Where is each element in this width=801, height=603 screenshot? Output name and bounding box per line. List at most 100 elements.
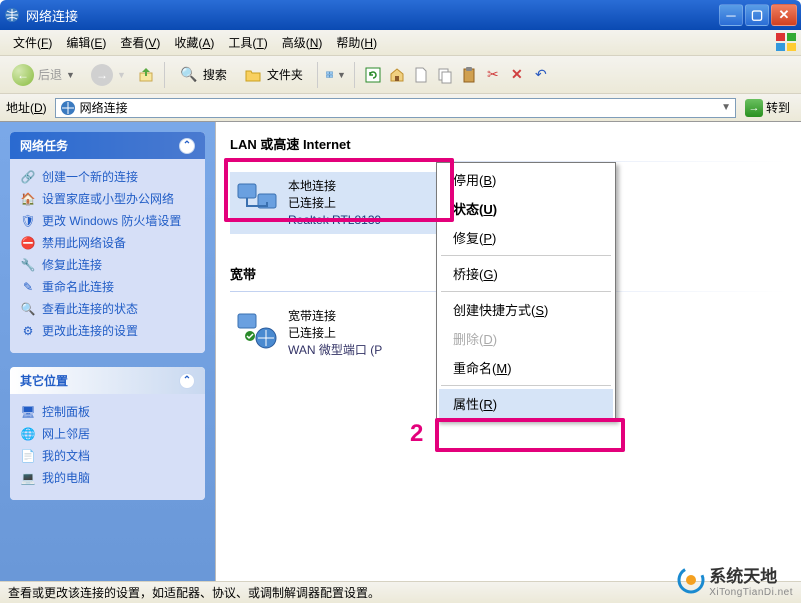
status-text: 查看或更改该连接的设置，如适配器、协议、或调制解调器配置设置。 [8, 584, 380, 601]
connection-status: 已连接上 [288, 325, 382, 342]
sidebar-link-my-computer[interactable]: 💻我的电脑 [20, 468, 195, 490]
watermark-url: XiTongTianDi.net [709, 587, 793, 598]
sidebar-link-network-places[interactable]: 🌐 网上邻居 [20, 424, 195, 446]
folders-icon [243, 65, 263, 85]
folders-button[interactable]: 文件夹 [237, 62, 309, 88]
context-menu-separator [441, 291, 611, 292]
settings-icon: ⚙ [20, 324, 36, 340]
watermark-logo-icon [677, 566, 705, 594]
maximize-button[interactable]: ▢ [745, 4, 769, 26]
sidebar-tasks-title: 网络任务 [20, 137, 68, 154]
network-places-icon: 🌐 [20, 427, 36, 443]
context-menu-rename[interactable]: 重命名(M) [439, 353, 613, 382]
toolbar: ← 后退 ▼ → ▼ 🔍 搜索 文件夹 ▼ ✂ ✕ ↶ [0, 56, 801, 94]
menu-help[interactable]: 帮助(H) [329, 31, 384, 54]
address-bar: 地址(D) 网络连接 ▼ → 转到 [0, 94, 801, 122]
context-menu-properties[interactable]: 属性(R) [439, 389, 613, 418]
delete-icon[interactable]: ✕ [507, 65, 527, 85]
address-label: 地址(D) [6, 99, 47, 116]
window-title: 网络连接 [26, 6, 719, 25]
app-icon [4, 7, 20, 23]
address-input[interactable]: 网络连接 ▼ [55, 98, 736, 118]
window-buttons: ─ ▢ ✕ [719, 4, 797, 26]
connection-status: 已连接上 [288, 195, 381, 212]
sidebar-link-repair[interactable]: 🔧 修复此连接 [20, 255, 195, 277]
minimize-button[interactable]: ─ [719, 4, 743, 26]
close-button[interactable]: ✕ [771, 4, 797, 26]
toolbar-separator-2 [317, 62, 318, 88]
address-dropdown-icon[interactable]: ▼ [721, 102, 731, 113]
home-network-icon: 🏠 [20, 192, 36, 208]
my-documents-icon: 📄 [20, 449, 36, 465]
folders-label: 文件夹 [267, 66, 303, 83]
doc-icon[interactable] [411, 65, 431, 85]
sidebar-link-settings[interactable]: ⚙更改此连接的设置 [20, 321, 195, 343]
sidebar-link-firewall[interactable]: 🛡更改 Windows 防火墙设置 [20, 211, 195, 233]
sidebar-panel-other: 其它位置 ⌃ 🖥 控制面板 🌐 网上邻居 📄我的文档 💻我的电脑 [10, 367, 205, 500]
home-icon[interactable] [387, 65, 407, 85]
undo-icon[interactable]: ↶ [531, 65, 551, 85]
cut-icon[interactable]: ✂ [483, 65, 503, 85]
copy-icon[interactable] [435, 65, 455, 85]
sidebar-link-label: 查看此连接的状态 [42, 302, 138, 318]
control-panel-icon: 🖥 [20, 405, 36, 421]
repair-icon: 🔧 [20, 258, 36, 274]
context-menu-disable[interactable]: 停用(B) [439, 165, 613, 194]
context-menu: 停用(B) 状态(U) 修复(P) 桥接(G) 创建快捷方式(S) 删除(D) … [436, 162, 616, 421]
content-area: LAN 或高速 Internet 本地连接 已连接上 Realtek RTL81… [215, 122, 801, 581]
back-dropdown-icon: ▼ [66, 70, 75, 80]
refresh-icon[interactable] [363, 65, 383, 85]
context-menu-shortcut[interactable]: 创建快捷方式(S) [439, 295, 613, 324]
menu-tools[interactable]: 工具(T) [221, 31, 274, 54]
sidebar-tasks-header[interactable]: 网络任务 ⌃ [10, 132, 205, 159]
back-button[interactable]: ← 后退 ▼ [6, 61, 81, 89]
menu-view[interactable]: 查看(V) [113, 31, 167, 54]
sidebar-link-control-panel[interactable]: 🖥 控制面板 [20, 402, 195, 424]
up-button[interactable] [136, 65, 156, 85]
collapse-icon: ⌃ [179, 138, 195, 154]
menu-favorites[interactable]: 收藏(A) [167, 31, 221, 54]
toolbar-separator-3 [354, 62, 355, 88]
sidebar-link-label: 重命名此连接 [42, 280, 114, 296]
sidebar-link-label: 控制面板 [42, 405, 90, 421]
titlebar: 网络连接 ─ ▢ ✕ [0, 0, 801, 30]
sidebar-panel-tasks: 网络任务 ⌃ 🔗创建一个新的连接 🏠设置家庭或小型办公网络 🛡更改 Window… [10, 132, 205, 353]
rename-icon: ✎ [20, 280, 36, 296]
context-menu-status[interactable]: 状态(U) [439, 194, 613, 223]
menu-advanced[interactable]: 高级(N) [275, 31, 330, 54]
main-area: 网络任务 ⌃ 🔗创建一个新的连接 🏠设置家庭或小型办公网络 🛡更改 Window… [0, 122, 801, 581]
sidebar-link-home-network[interactable]: 🏠设置家庭或小型办公网络 [20, 189, 195, 211]
sidebar-link-label: 禁用此网络设备 [42, 236, 126, 252]
connection-broadband[interactable]: 宽带连接 已连接上 WAN 微型端口 (P [230, 302, 460, 364]
sidebar-link-my-documents[interactable]: 📄我的文档 [20, 446, 195, 468]
sidebar-link-new-connection[interactable]: 🔗创建一个新的连接 [20, 167, 195, 189]
context-menu-separator [441, 385, 611, 386]
sidebar-link-rename[interactable]: ✎ 重命名此连接 [20, 277, 195, 299]
connection-device: WAN 微型端口 (P [288, 342, 382, 359]
forward-icon: → [91, 64, 113, 86]
connection-name: 宽带连接 [288, 308, 382, 325]
address-icon [60, 100, 76, 116]
go-label: 转到 [766, 99, 790, 116]
context-menu-repair[interactable]: 修复(P) [439, 223, 613, 252]
forward-button: → ▼ [85, 61, 132, 89]
context-menu-bridge[interactable]: 桥接(G) [439, 259, 613, 288]
sidebar-link-status[interactable]: 🔍查看此连接的状态 [20, 299, 195, 321]
sidebar-link-disable[interactable]: ⛔禁用此网络设备 [20, 233, 195, 255]
connection-icon [236, 308, 278, 350]
connection-text: 宽带连接 已连接上 WAN 微型端口 (P [288, 308, 382, 358]
sidebar-link-label: 更改 Windows 防火墙设置 [42, 214, 181, 230]
sidebar-other-header[interactable]: 其它位置 ⌃ [10, 367, 205, 394]
collapse-icon: ⌃ [179, 373, 195, 389]
sidebar-link-label: 修复此连接 [42, 258, 102, 274]
paste-icon[interactable] [459, 65, 479, 85]
menu-file[interactable]: 文件(F) [6, 31, 59, 54]
menu-edit[interactable]: 编辑(E) [59, 31, 113, 54]
search-button[interactable]: 🔍 搜索 [173, 62, 233, 88]
views-button[interactable]: ▼ [326, 65, 346, 85]
annotation-callout-2: 2 [410, 420, 423, 448]
connection-device: Realtek RTL8139 [288, 212, 381, 229]
sidebar-link-label: 网上邻居 [42, 427, 90, 443]
connection-local[interactable]: 本地连接 已连接上 Realtek RTL8139 [230, 172, 460, 234]
go-button[interactable]: → 转到 [740, 97, 795, 119]
